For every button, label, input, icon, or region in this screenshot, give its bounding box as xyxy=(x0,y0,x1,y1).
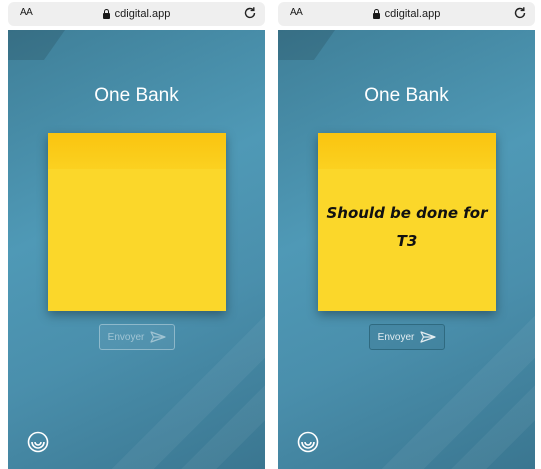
url-text: cdigital.app xyxy=(384,8,441,20)
app-screen: One Bank Envoyer xyxy=(8,30,265,469)
sticky-note[interactable] xyxy=(48,133,226,311)
text-size-button[interactable]: AA xyxy=(20,7,33,18)
phone-screen-empty: AA cdigital.app One Bank Envoyer xyxy=(8,0,265,469)
sticky-note-text[interactable]: Should be done for T3 xyxy=(326,199,488,255)
send-button[interactable]: Envoyer xyxy=(369,324,445,350)
sticky-note-header xyxy=(318,133,496,169)
reload-icon[interactable] xyxy=(513,6,527,20)
browser-address-bar[interactable]: AA cdigital.app xyxy=(8,2,265,26)
reload-icon[interactable] xyxy=(243,6,257,20)
url-field[interactable]: cdigital.app xyxy=(102,8,171,20)
send-icon xyxy=(420,331,436,343)
url-field[interactable]: cdigital.app xyxy=(372,8,441,20)
text-size-button[interactable]: AA xyxy=(290,7,303,18)
app-title: One Bank xyxy=(94,85,179,106)
browser-address-bar[interactable]: AA cdigital.app xyxy=(278,2,535,26)
send-icon xyxy=(150,331,166,343)
sticky-note-header xyxy=(48,133,226,169)
sticky-note[interactable]: Should be done for T3 xyxy=(318,133,496,311)
send-button[interactable]: Envoyer xyxy=(99,324,175,350)
lock-icon xyxy=(372,9,380,19)
app-logo-icon xyxy=(297,431,319,453)
app-title: One Bank xyxy=(364,85,449,106)
url-text: cdigital.app xyxy=(114,8,171,20)
app-screen: One Bank Should be done for T3 Envoyer xyxy=(278,30,535,469)
lock-icon xyxy=(102,9,110,19)
app-logo-icon xyxy=(27,431,49,453)
send-button-label: Envoyer xyxy=(377,331,415,343)
send-button-label: Envoyer xyxy=(107,331,145,343)
phone-screen-filled: AA cdigital.app One Bank Should be done … xyxy=(278,0,535,469)
